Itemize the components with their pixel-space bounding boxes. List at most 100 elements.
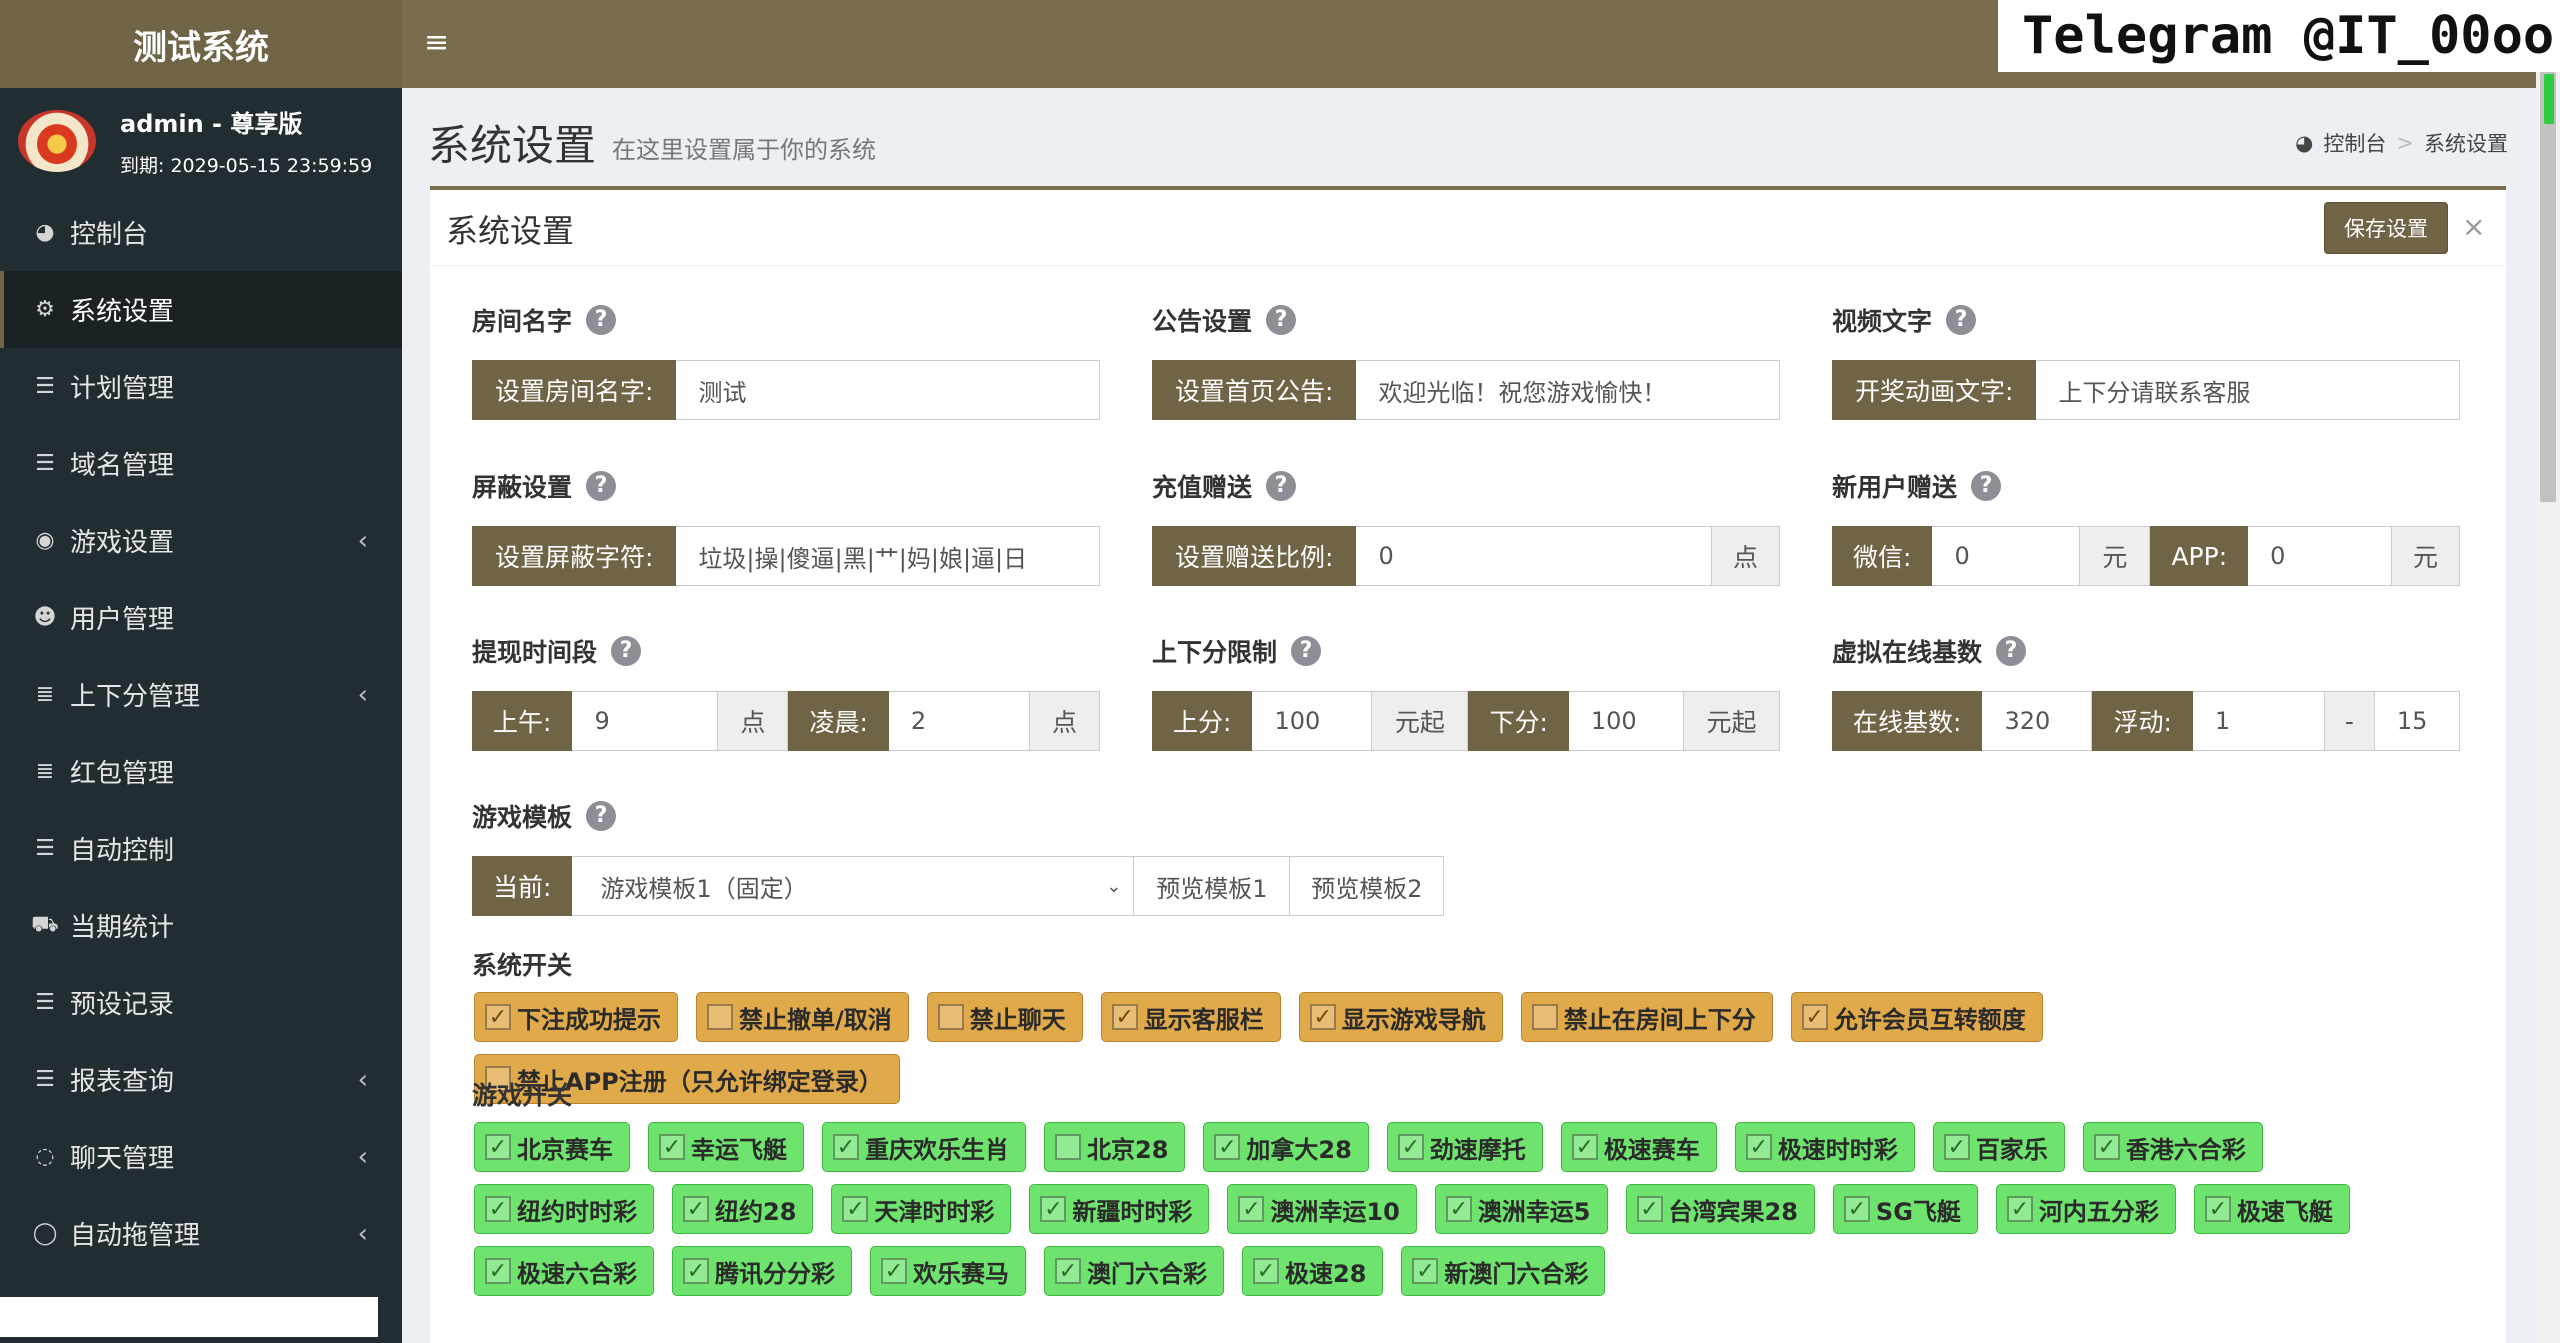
checkbox-checked-icon[interactable]: ✓ <box>485 1258 511 1284</box>
game-switch[interactable]: ✓ 澳门六合彩 <box>1044 1246 1224 1296</box>
sidebar-item[interactable]: ☰ 自动控制 <box>0 810 402 887</box>
checkbox-checked-icon[interactable]: ✓ <box>1238 1196 1265 1222</box>
help-icon[interactable]: ? <box>586 471 617 501</box>
game-switch[interactable]: ✓ 新疆时时彩 <box>1029 1184 1210 1234</box>
system-switch[interactable]: ✓ 显示游戏导航 <box>1298 992 1503 1042</box>
checkbox-checked-icon[interactable]: ✓ <box>485 1134 511 1160</box>
checkbox-checked-icon[interactable]: ✓ <box>1309 1004 1336 1030</box>
sidebar-item[interactable]: ☰ 域名管理 <box>0 425 402 502</box>
sidebar-item[interactable]: ≣ 红包管理 <box>0 733 402 810</box>
game-switch[interactable]: ✓ 幸运飞艇 <box>648 1122 804 1172</box>
help-icon[interactable]: ? <box>1946 305 1977 335</box>
game-switch[interactable]: ✓ 劲速摩托 <box>1386 1122 1543 1172</box>
night-hour-input[interactable]: 2 <box>888 691 1030 751</box>
checkbox-checked-icon[interactable]: ✓ <box>2093 1134 2120 1160</box>
checkbox-checked-icon[interactable]: ✓ <box>1253 1258 1279 1284</box>
checkbox-unchecked-icon[interactable] <box>707 1004 733 1030</box>
game-switch[interactable]: ✓ 澳洲幸运10 <box>1227 1184 1417 1234</box>
checkbox-checked-icon[interactable]: ✓ <box>1412 1258 1439 1284</box>
checkbox-checked-icon[interactable]: ✓ <box>1111 1004 1138 1030</box>
checkbox-checked-icon[interactable]: ✓ <box>1745 1134 1772 1160</box>
checkbox-checked-icon[interactable]: ✓ <box>1040 1196 1067 1222</box>
wechat-bonus-input[interactable]: 0 <box>1932 526 2081 586</box>
game-switch[interactable]: ✓ 天津时时彩 <box>831 1184 1012 1234</box>
notice-input[interactable]: 欢迎光临！祝您游戏愉快！ <box>1356 360 1780 420</box>
checkbox-checked-icon[interactable]: ✓ <box>1055 1258 1081 1284</box>
game-switch[interactable]: ✓ 百家乐 <box>1932 1122 2065 1172</box>
game-switch[interactable]: ✓ 欢乐赛马 <box>870 1246 1026 1296</box>
system-switch[interactable]: ✓ 允许会员互转额度 <box>1790 992 2043 1042</box>
system-switch[interactable]: 禁止在房间上下分 <box>1520 992 1773 1042</box>
system-switch[interactable]: ✓ 显示客服栏 <box>1100 992 1281 1042</box>
template-select[interactable]: 游戏模板1（固定） ⌄ <box>572 856 1135 916</box>
game-switch[interactable]: ✓ 纽约28 <box>672 1184 814 1234</box>
room-name-input[interactable]: 测试 <box>676 360 1100 420</box>
sidebar-item[interactable]: ◉ 游戏设置 ‹ <box>0 502 402 579</box>
scrollbar-thumb[interactable] <box>2540 72 2556 502</box>
help-icon[interactable]: ? <box>1291 636 1322 666</box>
game-switch[interactable]: ✓ 台湾宾果28 <box>1625 1184 1815 1234</box>
video-text-input[interactable]: 上下分请联系客服 <box>2036 360 2460 420</box>
down-score-input[interactable]: 100 <box>1568 691 1684 751</box>
checkbox-checked-icon[interactable]: ✓ <box>842 1196 869 1222</box>
checkbox-checked-icon[interactable]: ✓ <box>1943 1134 1970 1160</box>
game-switch[interactable]: 北京28 <box>1044 1122 1186 1172</box>
sidebar-item[interactable]: ☰ 计划管理 <box>0 348 402 425</box>
system-switch[interactable]: ✓ 下注成功提示 <box>474 992 678 1042</box>
save-settings-button[interactable]: 保存设置 <box>2324 202 2448 254</box>
game-switch[interactable]: ✓ SG飞艇 <box>1832 1184 1978 1234</box>
checkbox-checked-icon[interactable]: ✓ <box>2006 1196 2033 1222</box>
checkbox-checked-icon[interactable]: ✓ <box>833 1134 859 1160</box>
game-switch[interactable]: ✓ 纽约时时彩 <box>474 1184 654 1234</box>
help-icon[interactable]: ? <box>1971 471 2002 501</box>
sidebar-toggle-icon[interactable]: ≡ <box>424 28 454 58</box>
game-switch[interactable]: ✓ 极速时时彩 <box>1734 1122 1915 1172</box>
checkbox-checked-icon[interactable]: ✓ <box>881 1258 907 1284</box>
sidebar-item[interactable]: ◕ 控制台 <box>0 194 402 271</box>
system-switch[interactable]: 禁止聊天 <box>926 992 1083 1042</box>
game-switch[interactable]: ✓ 澳洲幸运5 <box>1434 1184 1608 1234</box>
game-switch[interactable]: ✓ 极速飞艇 <box>2193 1184 2350 1234</box>
checkbox-checked-icon[interactable]: ✓ <box>1445 1196 1472 1222</box>
am-hour-input[interactable]: 9 <box>572 691 719 751</box>
help-icon[interactable]: ? <box>1266 471 1297 501</box>
system-switch[interactable]: 禁止撤单/取消 <box>696 992 909 1042</box>
game-switch[interactable]: ✓ 香港六合彩 <box>2082 1122 2263 1172</box>
sidebar-item[interactable]: ≣ 上下分管理 ‹ <box>0 656 402 733</box>
sidebar-item[interactable]: ☰ 报表查询 ‹ <box>0 1041 402 1118</box>
preview-template-2-button[interactable]: 预览模板2 <box>1290 856 1445 916</box>
page-scrollbar[interactable] <box>2536 72 2560 1343</box>
help-icon[interactable]: ? <box>1266 305 1297 335</box>
block-words-input[interactable]: 垃圾|操|傻逼|黑|艹|妈|娘|逼|日 <box>676 526 1100 586</box>
checkbox-checked-icon[interactable]: ✓ <box>683 1196 709 1222</box>
checkbox-unchecked-icon[interactable] <box>1055 1134 1081 1160</box>
help-icon[interactable]: ? <box>586 305 617 335</box>
game-switch[interactable]: ✓ 加拿大28 <box>1203 1122 1369 1172</box>
close-icon[interactable]: × <box>2462 210 2485 243</box>
checkbox-checked-icon[interactable]: ✓ <box>485 1004 511 1030</box>
checkbox-checked-icon[interactable]: ✓ <box>1843 1196 1870 1222</box>
game-switch[interactable]: ✓ 河内五分彩 <box>1995 1184 2176 1234</box>
up-score-input[interactable]: 100 <box>1252 691 1373 751</box>
checkbox-unchecked-icon[interactable] <box>937 1004 964 1030</box>
checkbox-checked-icon[interactable]: ✓ <box>1571 1134 1598 1160</box>
sidebar-item[interactable]: ☰ 预设记录 <box>0 964 402 1041</box>
checkbox-unchecked-icon[interactable] <box>1531 1004 1558 1030</box>
game-switch[interactable]: ✓ 极速赛车 <box>1560 1122 1717 1172</box>
checkbox-checked-icon[interactable]: ✓ <box>1801 1004 1828 1030</box>
help-icon[interactable]: ? <box>1996 636 2027 666</box>
game-switch[interactable]: ✓ 北京赛车 <box>474 1122 630 1172</box>
checkbox-checked-icon[interactable]: ✓ <box>1397 1134 1424 1160</box>
sidebar-item[interactable]: ◯ 自动拖管理 ‹ <box>0 1195 402 1272</box>
checkbox-checked-icon[interactable]: ✓ <box>2204 1196 2231 1222</box>
preview-template-1-button[interactable]: 预览模板1 <box>1134 856 1291 916</box>
float-max-input[interactable]: 15 <box>2374 691 2460 751</box>
help-icon[interactable]: ? <box>611 636 642 666</box>
game-switch[interactable]: ✓ 重庆欢乐生肖 <box>822 1122 1026 1172</box>
checkbox-checked-icon[interactable]: ✓ <box>485 1196 511 1222</box>
checkbox-checked-icon[interactable]: ✓ <box>683 1258 709 1284</box>
sidebar-item[interactable]: ⚙ 系统设置 <box>0 271 402 348</box>
float-min-input[interactable]: 1 <box>2192 691 2325 751</box>
app-logo[interactable]: 测试系统 <box>0 0 402 88</box>
sidebar-item[interactable]: ◌ 聊天管理 ‹ <box>0 1118 402 1195</box>
